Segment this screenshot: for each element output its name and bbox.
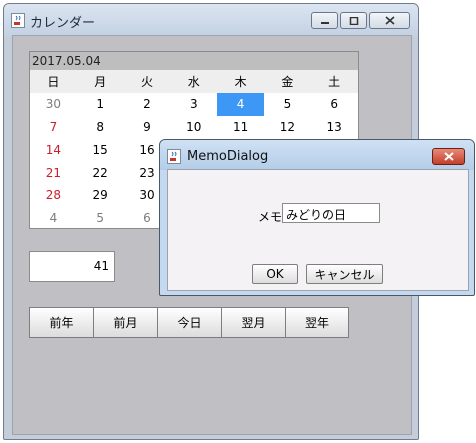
- day-cell[interactable]: 14: [30, 138, 77, 161]
- day-cell[interactable]: 29: [77, 184, 124, 207]
- title-bar[interactable]: カレンダー: [4, 4, 418, 36]
- day-cell[interactable]: 28: [30, 184, 77, 207]
- day-cell[interactable]: 22: [77, 161, 124, 184]
- selected-day-cell[interactable]: 4: [217, 92, 264, 116]
- day-cell[interactable]: 30: [30, 93, 77, 116]
- memo-dialog: MemoDialog メモ: みどりの日 OK キャンセル: [159, 139, 475, 296]
- next-month-button[interactable]: 翌月: [221, 307, 285, 338]
- weekday-header: 金: [263, 70, 311, 93]
- day-cell[interactable]: 5: [77, 207, 124, 230]
- minimize-icon: [320, 21, 329, 24]
- weekday-header: 土: [310, 70, 358, 93]
- weekday-header: 水: [170, 70, 218, 93]
- weekday-header: 火: [123, 70, 171, 93]
- prev-year-button[interactable]: 前年: [29, 307, 93, 338]
- day-cell[interactable]: 12: [264, 116, 311, 139]
- calendar-date-header: 2017.05.04: [30, 52, 358, 70]
- ok-button[interactable]: OK: [252, 264, 298, 284]
- prev-month-button[interactable]: 前月: [93, 307, 157, 338]
- close-icon: [384, 16, 395, 25]
- day-cell[interactable]: 15: [77, 138, 124, 161]
- dialog-title: MemoDialog: [187, 149, 269, 164]
- close-x-icon: [443, 152, 454, 161]
- dialog-content: メモ: みどりの日 OK キャンセル: [167, 169, 469, 291]
- cancel-button[interactable]: キャンセル: [306, 264, 383, 284]
- counter-field[interactable]: 41: [29, 251, 115, 282]
- java-coffee-cup-icon: [167, 149, 181, 164]
- day-cell[interactable]: 3: [170, 93, 217, 116]
- today-button[interactable]: 今日: [157, 307, 221, 338]
- day-cell[interactable]: 5: [264, 93, 311, 116]
- maximize-button[interactable]: [340, 12, 367, 29]
- day-cell[interactable]: 1: [77, 93, 124, 116]
- dialog-title-bar[interactable]: MemoDialog: [160, 140, 474, 170]
- memo-input[interactable]: みどりの日: [282, 203, 380, 223]
- weekday-header: 木: [217, 70, 264, 93]
- day-cell[interactable]: 6: [311, 93, 358, 116]
- close-button[interactable]: [369, 12, 410, 29]
- day-cell[interactable]: 10: [170, 116, 217, 139]
- day-cell[interactable]: 2: [124, 93, 171, 116]
- navigation-buttons: 前年 前月 今日 翌月 翌年: [29, 307, 349, 338]
- dialog-close-button[interactable]: [432, 148, 465, 165]
- minimize-button[interactable]: [311, 12, 338, 29]
- window-title: カレンダー: [30, 16, 96, 31]
- java-coffee-cup-icon: [11, 13, 25, 28]
- day-cell[interactable]: 7: [30, 116, 77, 139]
- day-cell[interactable]: 13: [311, 116, 358, 139]
- weekday-header: 日: [30, 70, 77, 93]
- day-cell[interactable]: 9: [124, 116, 171, 139]
- day-cell[interactable]: 4: [30, 207, 77, 230]
- weekday-header: 月: [76, 70, 124, 93]
- maximize-icon: [349, 16, 358, 25]
- day-cell[interactable]: 11: [217, 116, 264, 139]
- day-cell[interactable]: 21: [30, 161, 77, 184]
- next-year-button[interactable]: 翌年: [285, 307, 349, 338]
- day-cell[interactable]: 8: [77, 116, 124, 139]
